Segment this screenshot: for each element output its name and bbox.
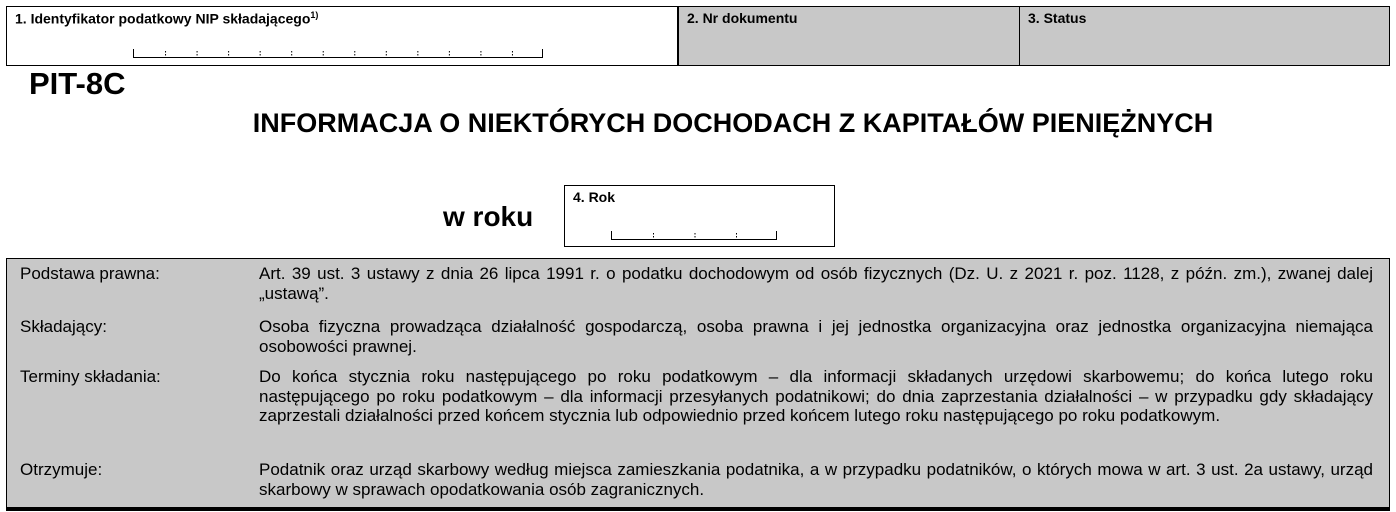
year-digit-comb[interactable]	[611, 231, 777, 240]
form-code: PIT-8C	[29, 66, 126, 101]
year-prefix: w roku	[443, 201, 534, 232]
deadlines-label: Terminy składania:	[20, 367, 161, 386]
comb-ticks	[165, 51, 513, 57]
panel-bottom-rule	[6, 508, 1390, 511]
nip-digit-comb[interactable]	[133, 49, 543, 58]
legal-basis-label: Podstawa prawna:	[20, 264, 160, 283]
document-number-label: 2. Nr dokumentu	[687, 10, 798, 26]
legal-basis-text: Art. 39 ust. 3 ustawy z dnia 26 lipca 19…	[259, 264, 1373, 303]
nip-label-text: 1. Identyfikator podatkowy NIP składając…	[15, 10, 311, 27]
comb-ticks	[653, 233, 737, 239]
document-number-field: 2. Nr dokumentu	[678, 6, 1020, 66]
status-label: 3. Status	[1028, 10, 1087, 26]
year-field-label: 4. Rok	[573, 189, 616, 205]
legal-info-panel: Podstawa prawna: Art. 39 ust. 3 ustawy z…	[6, 258, 1390, 508]
status-field: 3. Status	[1019, 6, 1390, 66]
form-title: INFORMACJA O NIEKTÓRYCH DOCHODACH Z KAPI…	[252, 108, 1214, 138]
year-field[interactable]: 4. Rok	[564, 185, 835, 247]
submitter-text: Osoba fizyczna prowadząca działalność go…	[259, 317, 1373, 356]
recipient-label: Otrzymuje:	[20, 460, 103, 479]
nip-footnote-marker: 1)	[310, 10, 319, 20]
recipient-text: Podatnik oraz urząd skarbowy według miej…	[259, 460, 1373, 499]
nip-field-label: 1. Identyfikator podatkowy NIP składając…	[15, 10, 318, 27]
nip-field[interactable]: 1. Identyfikator podatkowy NIP składając…	[6, 6, 678, 66]
deadlines-text: Do końca stycznia roku następującego po …	[259, 367, 1373, 425]
submitter-label: Składający:	[20, 317, 107, 336]
